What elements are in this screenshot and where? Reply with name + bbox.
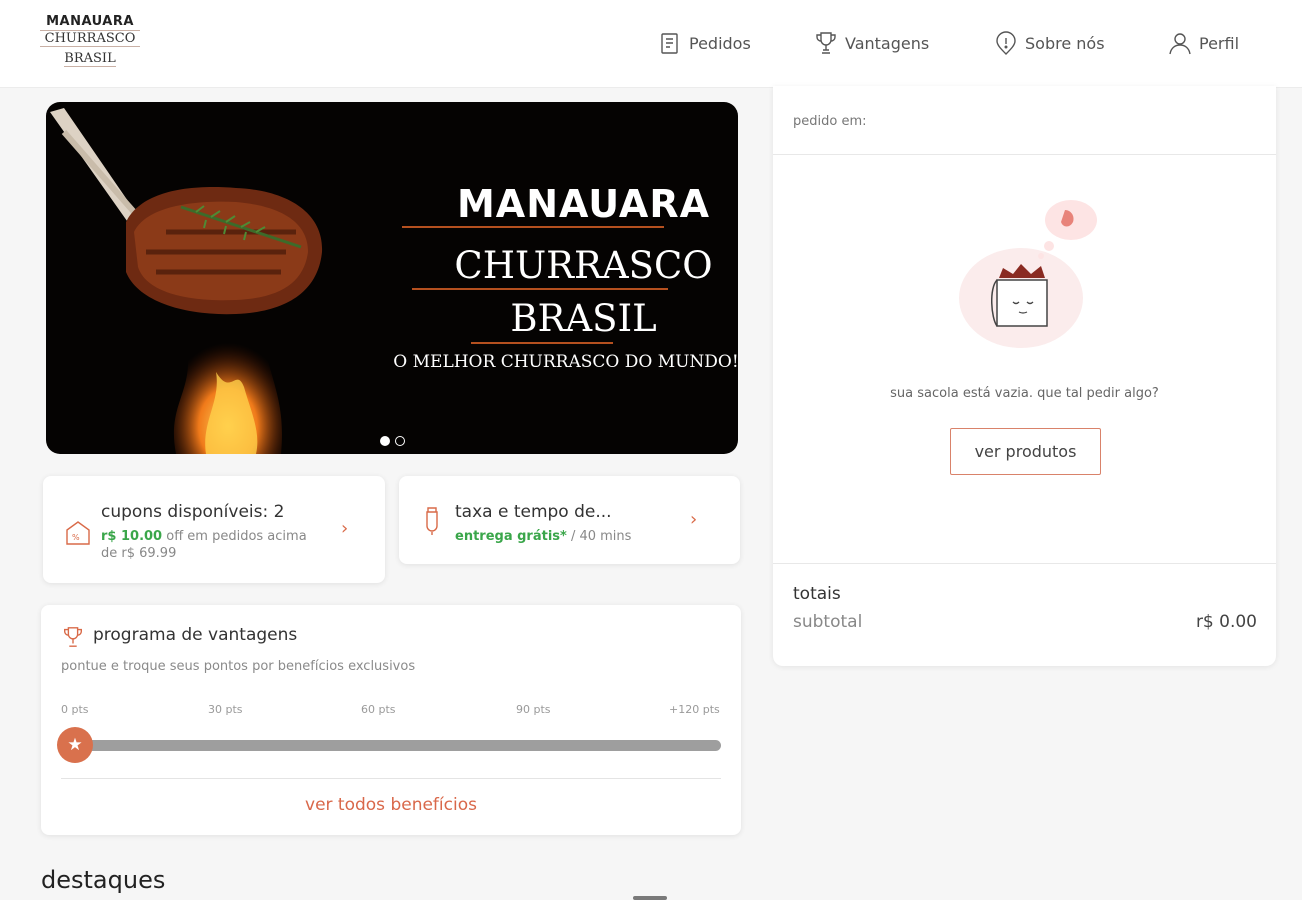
user-icon	[1169, 33, 1191, 55]
nav-label: Vantagens	[845, 33, 930, 53]
receipt-icon	[661, 33, 678, 54]
banner-divider	[471, 342, 613, 344]
delivery-icon	[426, 507, 438, 535]
coupons-title: cupons disponíveis: 2	[101, 502, 285, 522]
chevron-right-icon: ›	[690, 509, 698, 530]
divider	[773, 563, 1276, 564]
delivery-card[interactable]: taxa e tempo de... entrega grátis* / 40 …	[399, 476, 740, 564]
nav-pedidos[interactable]: Pedidos	[657, 30, 751, 56]
vantagens-title: programa de vantagens	[93, 625, 298, 645]
totals-label: totais	[793, 584, 841, 604]
points-progress-track	[75, 740, 721, 751]
banner-title-churrasco: CHURRASCO	[454, 244, 713, 287]
banner-title-brasil: BRASIL	[510, 297, 657, 340]
coupon-min-text: de r$ 69.99	[101, 546, 177, 561]
banner-divider	[412, 288, 668, 290]
nav-sobre-nos[interactable]: Sobre nós	[993, 30, 1105, 56]
logo-line-1: MANAUARA	[46, 14, 134, 29]
banner-title-manauara: MANAUARA	[456, 182, 711, 226]
coupon-icon: %	[66, 521, 90, 545]
points-tick: 30 pts	[208, 703, 243, 716]
grilled-steak-illustration	[50, 108, 323, 454]
nav-perfil[interactable]: Perfil	[1167, 30, 1239, 56]
nav-label: Sobre nós	[1025, 33, 1105, 53]
points-tick: +120 pts	[669, 703, 720, 716]
coupon-amount: r$ 10.00	[101, 529, 163, 544]
points-tick: 90 pts	[516, 703, 551, 716]
delivery-detail: entrega grátis* / 40 mins	[455, 528, 631, 545]
nav-vantagens[interactable]: Vantagens	[813, 30, 929, 56]
empty-bag-illustration	[959, 200, 1097, 348]
svg-text:%: %	[72, 533, 80, 542]
banner-subtitle: O MELHOR CHURRASCO DO MUNDO!	[393, 352, 738, 372]
coupon-off-text: off em pedidos acima	[162, 529, 307, 544]
trophy-icon	[816, 32, 836, 54]
star-icon: ★	[57, 727, 93, 763]
nav-label: Perfil	[1199, 33, 1240, 53]
points-tick: 60 pts	[361, 703, 396, 716]
carousel-dot-1[interactable]	[380, 436, 390, 446]
subtotal-value: r$ 0.00	[1195, 612, 1257, 632]
divider	[773, 154, 1276, 155]
banner-divider	[402, 226, 664, 228]
section-title-destaques: destaques	[41, 866, 166, 894]
coupons-card[interactable]: % cupons disponíveis: 2 r$ 10.00 off em …	[43, 476, 385, 583]
logo-line-2: CHURRASCO	[40, 30, 140, 47]
vantagens-description: pontue e troque seus pontos por benefíci…	[61, 659, 416, 674]
carousel-dots	[380, 436, 405, 446]
subtotal-label: subtotal	[793, 612, 863, 632]
scroll-handle[interactable]	[633, 896, 667, 900]
info-pin-icon	[996, 31, 1016, 55]
cart-header: pedido em:	[793, 114, 867, 129]
delivery-title: taxa e tempo de...	[455, 502, 612, 522]
empty-cart-message: sua sacola está vazia. que tal pedir alg…	[890, 386, 1159, 401]
top-header: MANAUARA CHURRASCO BRASIL Pedidos Vantag…	[0, 0, 1302, 88]
hero-banner[interactable]: MANAUARA CHURRASCO BRASIL O MELHOR CHURR…	[46, 102, 738, 454]
chevron-right-icon: ›	[341, 518, 349, 539]
coupons-detail: r$ 10.00 off em pedidos acima de r$ 69.9…	[101, 528, 307, 562]
trophy-icon	[64, 627, 82, 647]
brand-logo[interactable]: MANAUARA CHURRASCO BRASIL	[40, 14, 140, 67]
delivery-time: / 40 mins	[566, 529, 632, 544]
cart-panel: pedido em: sua sacola está vazia. que ta…	[773, 86, 1276, 666]
points-tick: 0 pts	[61, 703, 89, 716]
ver-produtos-button[interactable]: ver produtos	[950, 428, 1101, 475]
vantagens-card: programa de vantagens pontue e troque se…	[41, 605, 741, 835]
nav-label: Pedidos	[689, 33, 751, 53]
delivery-free: entrega grátis*	[455, 529, 567, 544]
divider	[61, 778, 721, 779]
ver-todos-beneficios-link[interactable]: ver todos benefícios	[41, 795, 741, 815]
carousel-dot-2[interactable]	[395, 436, 405, 446]
logo-line-3: BRASIL	[64, 51, 116, 67]
